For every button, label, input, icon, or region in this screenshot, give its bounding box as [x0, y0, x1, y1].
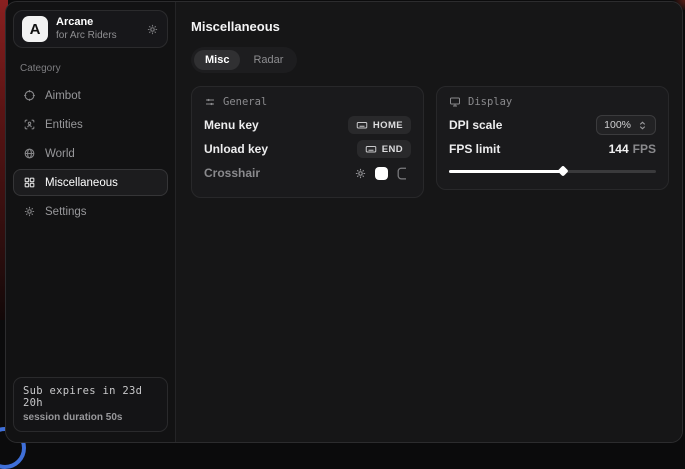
sidebar-item-settings[interactable]: Settings	[13, 198, 168, 225]
slider-fill	[449, 170, 563, 173]
crosshair-row: Crosshair	[204, 161, 411, 185]
sliders-icon	[204, 96, 216, 108]
fps-limit-slider[interactable]	[449, 166, 656, 177]
dpi-scale-row: DPI scale 100%	[449, 113, 656, 137]
general-card: General Menu key HOME Unload key	[191, 86, 424, 198]
unload-key-button[interactable]: END	[357, 140, 411, 158]
sidebar-item-entities[interactable]: Entities	[13, 111, 168, 138]
slider-thumb[interactable]	[557, 165, 568, 176]
card-title: General	[223, 96, 267, 108]
tab-bar: Misc Radar	[191, 47, 297, 73]
category-label: Category	[20, 63, 161, 74]
sidebar-item-world[interactable]: World	[13, 140, 168, 167]
crosshair-icon	[23, 89, 36, 102]
tab-misc[interactable]: Misc	[194, 50, 240, 70]
crosshair-color-swatch[interactable]	[375, 167, 388, 180]
session-duration: session duration 50s	[23, 412, 158, 423]
subscription-expiry: Sub expires in 23d 20h	[23, 385, 158, 409]
app-logo: A	[22, 16, 48, 42]
gear-icon	[23, 205, 36, 218]
card-title: Display	[468, 96, 512, 108]
scan-icon	[23, 118, 36, 131]
sidebar-item-miscellaneous[interactable]: Miscellaneous	[13, 169, 168, 196]
menu-key-button[interactable]: HOME	[348, 116, 411, 134]
display-card: Display DPI scale 100% FPS limit	[436, 86, 669, 190]
gear-icon[interactable]	[146, 23, 159, 36]
menu-key-label: Menu key	[204, 118, 259, 132]
profile-card: A Arcane for Arc Riders	[13, 10, 168, 48]
grid-icon	[23, 176, 36, 189]
keyboard-icon	[365, 143, 377, 155]
fps-limit-label: FPS limit	[449, 142, 500, 156]
sidebar-item-label: Aimbot	[45, 90, 81, 102]
gear-icon[interactable]	[354, 167, 367, 180]
app-subtitle: for Arc Riders	[56, 30, 117, 43]
main-panel: Miscellaneous Misc Radar General Menu ke…	[176, 2, 683, 442]
fps-limit-unit: FPS	[633, 142, 656, 156]
globe-icon	[23, 147, 36, 160]
sidebar-item-label: Settings	[45, 206, 87, 218]
crosshair-label: Crosshair	[204, 166, 260, 180]
chevrons-up-down-icon	[637, 120, 648, 131]
page-title: Miscellaneous	[191, 19, 669, 34]
sidebar-item-aimbot[interactable]: Aimbot	[13, 82, 168, 109]
keyboard-icon	[356, 119, 368, 131]
sidebar-item-label: World	[45, 148, 75, 160]
dpi-scale-label: DPI scale	[449, 118, 502, 132]
unload-key-label: Unload key	[204, 142, 268, 156]
unload-key-row: Unload key END	[204, 137, 411, 161]
sidebar-item-label: Entities	[45, 119, 83, 131]
monitor-icon	[449, 96, 461, 108]
app-window: A Arcane for Arc Riders Category Aimbot	[5, 1, 683, 443]
sidebar-item-label: Miscellaneous	[45, 177, 118, 189]
dpi-scale-select[interactable]: 100%	[596, 115, 656, 135]
menu-key-row: Menu key HOME	[204, 113, 411, 137]
fps-limit-row: FPS limit 144 FPS	[449, 137, 656, 161]
fps-limit-value: 144	[609, 142, 629, 156]
sidebar: A Arcane for Arc Riders Category Aimbot	[6, 2, 176, 442]
subscription-card: Sub expires in 23d 20h session duration …	[13, 377, 168, 432]
crosshair-checkbox[interactable]	[396, 166, 411, 181]
tab-radar[interactable]: Radar	[242, 50, 294, 70]
app-name: Arcane	[56, 16, 117, 30]
